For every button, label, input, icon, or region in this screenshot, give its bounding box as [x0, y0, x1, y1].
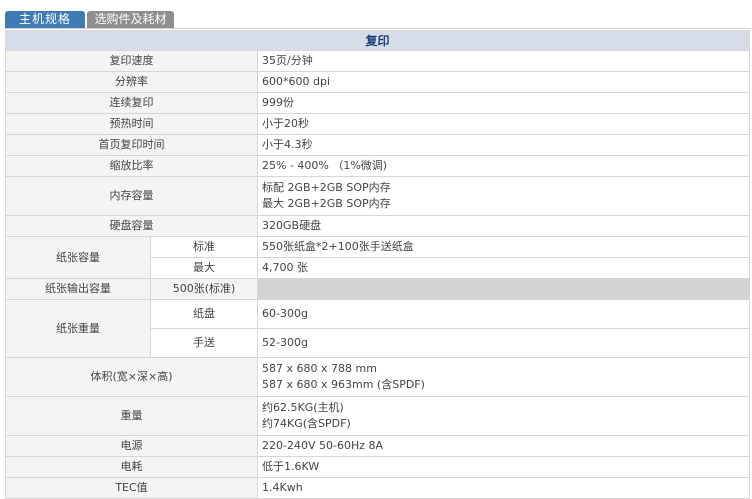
value-line: 最大 2GB+2GB SOP内存	[262, 197, 391, 210]
row-value: 320GB硬盘	[256, 215, 751, 237]
value-line: 标配 2GB+2GB SOP内存	[262, 181, 391, 194]
row-label: 电耗	[5, 456, 258, 478]
row-label: 首页复印时间	[5, 134, 258, 156]
table-row: 重量 约62.5KG(主机) 约74KG(含SPDF)	[5, 396, 751, 436]
section-title: 复印	[4, 30, 751, 51]
row-value: 小于20秒	[256, 113, 751, 135]
row-value: 60-300g	[256, 299, 751, 329]
row-value: 35页/分钟	[256, 50, 751, 72]
row-label: 内存容量	[5, 176, 258, 216]
row-label: TEC值	[5, 477, 258, 499]
table-row: 体积(宽×深×高) 587 x 680 x 788 mm 587 x 680 x…	[5, 357, 751, 397]
table-row: 分辨率 600*600 dpi	[5, 71, 751, 93]
table-row: 纸张输出容量 500张(标准)	[5, 278, 751, 300]
row-value: 小于4.3秒	[256, 134, 751, 156]
row-value: 25% - 400% （1%微调)	[256, 155, 751, 177]
table-row: 硬盘容量 320GB硬盘	[5, 215, 751, 237]
table-row: 首页复印时间 小于4.3秒	[5, 134, 751, 156]
table-row: 电耗 低于1.6KW	[5, 456, 751, 478]
value-line: 587 x 680 x 963mm (含SPDF)	[262, 378, 425, 391]
tab-divider	[5, 28, 750, 29]
row-value: 600*600 dpi	[256, 71, 751, 93]
row-label: 缩放比率	[5, 155, 258, 177]
row-value: 587 x 680 x 788 mm 587 x 680 x 963mm (含S…	[256, 357, 751, 397]
table-row: TEC值 1.4Kwh	[5, 477, 751, 499]
row-value: 1.4Kwh	[256, 477, 751, 499]
table-row: 连续复印 999份	[5, 92, 751, 114]
sub-label: 纸盘	[150, 299, 258, 329]
sub-label: 标准	[150, 236, 258, 258]
value-line: 约62.5KG(主机)	[262, 401, 344, 414]
tab-bar: 主机规格 选购件及耗材	[0, 0, 752, 29]
table-row: 复印速度 35页/分钟	[5, 50, 751, 72]
row-value: 220-240V 50-60Hz 8A	[256, 435, 751, 457]
row-value: 4,700 张	[256, 257, 751, 279]
row-label: 纸张输出容量	[5, 278, 151, 300]
row-label: 重量	[5, 396, 258, 436]
section-header-row: 复印	[4, 30, 751, 51]
row-value: 约62.5KG(主机) 约74KG(含SPDF)	[256, 396, 751, 436]
empty-cell	[256, 278, 751, 300]
table-row: 纸张容量 标准 550张纸盒*2+100张手送纸盒	[5, 236, 751, 279]
tab-main-specs[interactable]: 主机规格	[5, 11, 85, 28]
table-row: 内存容量 标配 2GB+2GB SOP内存 最大 2GB+2GB SOP内存	[5, 176, 751, 216]
row-value: 低于1.6KW	[256, 456, 751, 478]
row-label: 连续复印	[5, 92, 258, 114]
row-label: 电源	[5, 435, 258, 457]
sub-label: 最大	[150, 257, 258, 279]
table-row: 纸张重量 纸盘 60-300g	[5, 299, 751, 358]
spec-table: 复印 复印速度 35页/分钟 分辨率 600*600 dpi 连续复印 999份…	[4, 30, 751, 499]
row-label: 纸张容量	[5, 236, 151, 279]
table-row: 缩放比率 25% - 400% （1%微调)	[5, 155, 751, 177]
row-value: 999份	[256, 92, 751, 114]
tab-options-consumables[interactable]: 选购件及耗材	[87, 11, 174, 28]
row-label: 体积(宽×深×高)	[5, 357, 258, 397]
row-value: 500张(标准)	[150, 278, 258, 300]
row-label: 预热时间	[5, 113, 258, 135]
value-line: 约74KG(含SPDF)	[262, 417, 351, 430]
table-row: 预热时间 小于20秒	[5, 113, 751, 135]
value-line: 587 x 680 x 788 mm	[262, 362, 377, 375]
row-value: 550张纸盒*2+100张手送纸盒	[256, 236, 751, 258]
table-row: 电源 220-240V 50-60Hz 8A	[5, 435, 751, 457]
row-label: 复印速度	[5, 50, 258, 72]
row-label: 纸张重量	[5, 299, 151, 358]
row-value: 标配 2GB+2GB SOP内存 最大 2GB+2GB SOP内存	[256, 176, 751, 216]
sub-label: 手送	[150, 328, 258, 358]
row-label: 硬盘容量	[5, 215, 258, 237]
row-label: 分辨率	[5, 71, 258, 93]
row-value: 52-300g	[256, 328, 751, 358]
